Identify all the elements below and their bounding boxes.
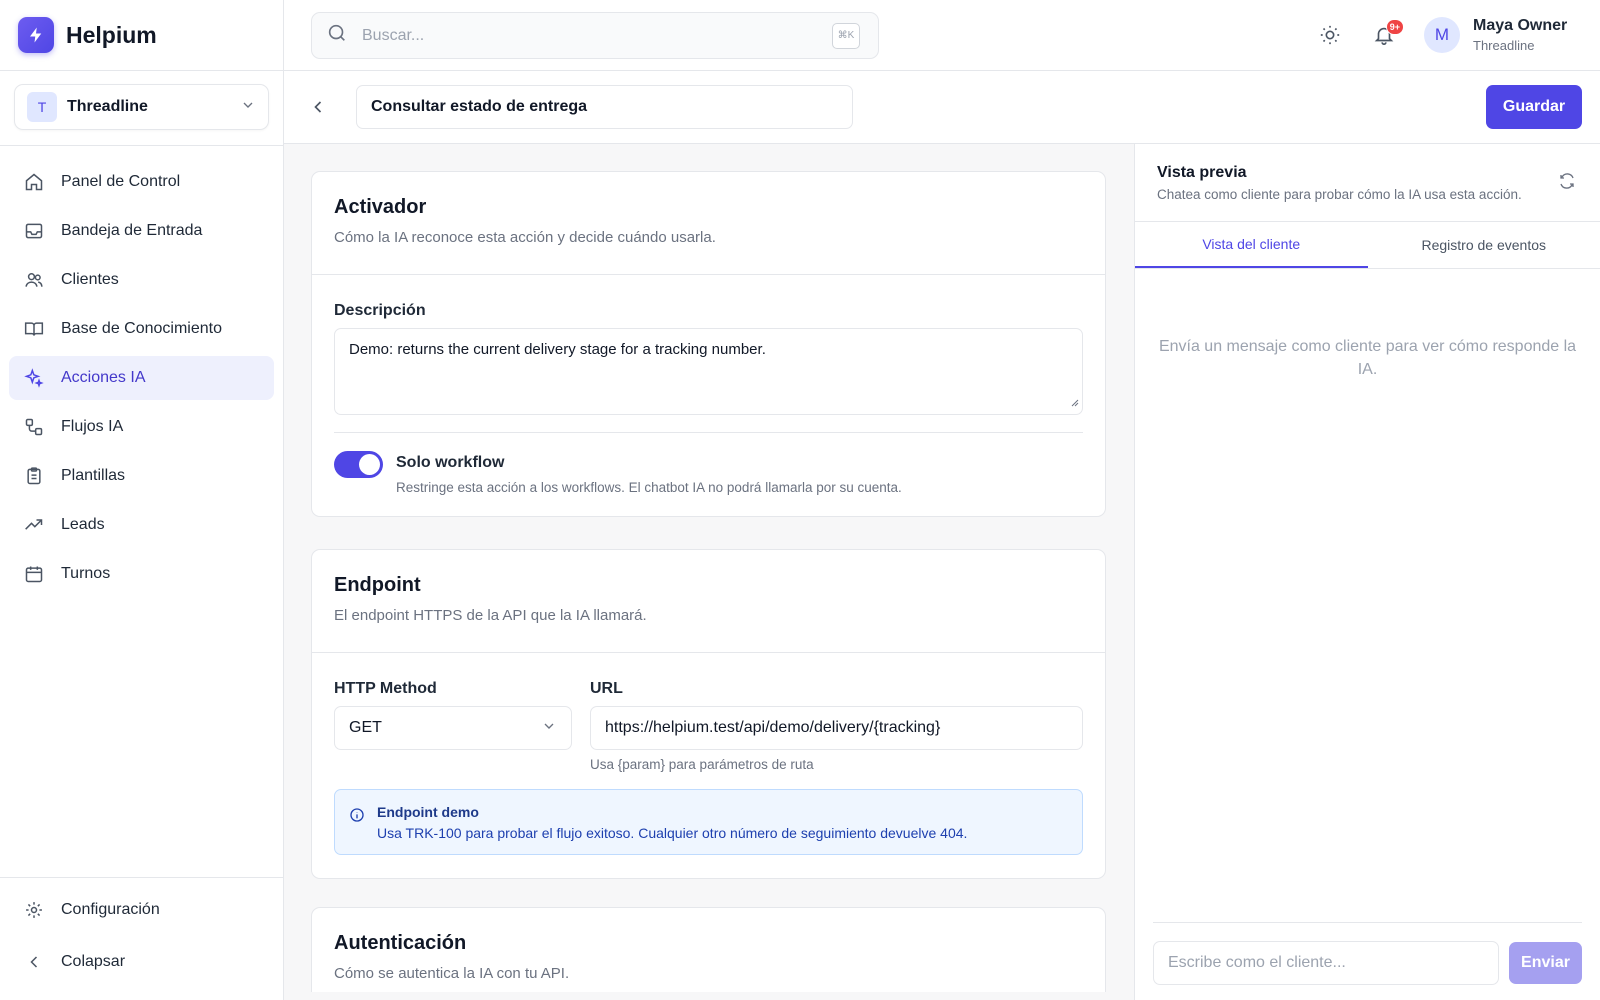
users-icon [23,269,45,291]
preview-subtitle: Chatea como cliente para probar cómo la … [1157,187,1522,202]
action-title-input[interactable]: Consultar estado de entrega [356,85,853,129]
workspace-avatar: T [27,92,57,122]
sidebar-item-acciones-ia[interactable]: Acciones IA [9,356,274,400]
book-icon [23,318,45,340]
send-button[interactable]: Enviar [1509,941,1582,984]
chevron-left-icon [314,101,322,113]
card-title: Autenticación [334,932,467,954]
search-shortcut: ⌘K [832,22,860,49]
alert-title: Endpoint demo [377,804,479,820]
info-icon [349,807,367,825]
card-subtitle: El endpoint HTTPS de la API que la IA ll… [334,607,647,624]
sidebar-item-label: Clientes [61,271,119,288]
sidebar-item-clientes[interactable]: Clientes [9,258,274,302]
card-title: Endpoint [334,574,421,596]
empty-state-message: Envía un mensaje como cliente para ver c… [1158,338,1577,378]
collapse-sidebar-button[interactable]: Colapsar [9,940,275,984]
sidebar-item-turnos[interactable]: Turnos [9,552,274,596]
sidebar-item-label: Leads [61,516,105,533]
top-bar: Buscar... ⌘K 9+ M Maya Owner Threadline [284,0,1600,71]
card-subtitle: Cómo se autentica la IA con tu API. [334,965,570,982]
toggle-description: Restringe esta acción a los workflows. E… [396,480,902,495]
description-label: Descripción [334,302,426,319]
http-method-value: GET [349,719,382,736]
editor-content: Activador Cómo la IA reconoce esta acció… [284,144,1134,992]
save-button[interactable]: Guardar [1486,85,1582,129]
sidebar-item-label: Colapsar [61,953,126,970]
clipboard-icon [23,465,45,487]
back-button[interactable] [306,95,330,119]
sidebar-item-label: Configuración [61,901,160,918]
avatar[interactable]: M [1424,17,1460,53]
trigger-card: Activador Cómo la IA reconoce esta acció… [311,171,1106,517]
alert-description: Usa TRK-100 para probar el flujo exitoso… [377,825,968,841]
resize-handle-icon[interactable] [1069,394,1079,411]
card-title: Activador [334,196,427,218]
search-icon [326,22,348,49]
brand: Helpium [0,0,283,71]
tab-registro-de-eventos[interactable]: Registro de eventos [1368,222,1600,268]
url-label: URL [590,680,623,697]
preview-title: Vista previa [1157,164,1247,181]
sidebar-item-flujos-ia[interactable]: Flujos IA [9,405,274,449]
theme-toggle-sun-icon[interactable] [1318,23,1342,47]
gear-icon [23,899,45,921]
main-nav: Panel de Control Bandeja de Entrada Clie… [0,146,283,596]
sidebar: Helpium T Threadline Panel de Control Ba… [0,0,284,1000]
trending-up-icon [23,514,45,536]
sidebar-item-base-de-conocimiento[interactable]: Base de Conocimiento [9,307,274,351]
description-value: Demo: returns the current delivery stage… [349,341,766,358]
home-icon [23,171,45,193]
sidebar-footer: Configuración Colapsar [0,877,284,1000]
workspace-switcher[interactable]: T Threadline [14,84,269,130]
url-hint: Usa {param} para parámetros de ruta [590,757,814,772]
search-input[interactable]: Buscar... ⌘K [311,12,879,59]
calendar-icon [23,563,45,585]
http-method-label: HTTP Method [334,680,437,697]
user-name: Maya Owner [1473,17,1568,34]
demo-endpoint-alert: Endpoint demo Usa TRK-100 para probar el… [334,789,1083,855]
sidebar-item-label: Plantillas [61,467,126,484]
workflow-icon [23,416,45,438]
toggle-title: Solo workflow [396,454,505,471]
workflow-only-toggle[interactable] [334,451,383,478]
app-name: Helpium [66,21,157,48]
refresh-icon[interactable] [1558,172,1578,192]
endpoint-card: Endpoint El endpoint HTTPS de la API que… [311,549,1106,879]
editor-header: Consultar estado de entrega Guardar [284,71,1600,144]
http-method-select[interactable]: GET [334,706,572,750]
chevron-down-icon [240,97,256,118]
sidebar-item-leads[interactable]: Leads [9,503,274,547]
notifications-bell-icon[interactable]: 9+ [1372,19,1404,47]
chevron-down-icon [541,718,557,739]
inbox-icon [23,220,45,242]
notifications-badge: 9+ [1385,19,1404,35]
bolt-logo-icon [18,17,54,53]
sidebar-item-label: Panel de Control [61,173,181,190]
user-org: Threadline [1473,38,1535,53]
auth-card: Autenticación Cómo se autentica la IA co… [311,907,1106,992]
sidebar-item-label: Turnos [61,565,111,582]
divider [334,432,1083,433]
chat-input[interactable]: Escribe como el cliente... [1153,940,1499,985]
sidebar-item-label: Bandeja de Entrada [61,222,203,239]
sidebar-item-configuracion[interactable]: Configuración [9,888,275,932]
sidebar-item-panel-de-control[interactable]: Panel de Control [9,160,274,204]
workspace-name: Threadline [67,98,148,115]
search-placeholder: Buscar... [362,26,425,44]
chevron-left-icon [23,951,45,973]
sidebar-item-plantillas[interactable]: Plantillas [9,454,274,498]
description-textarea[interactable]: Demo: returns the current delivery stage… [334,328,1083,415]
sidebar-item-label: Base de Conocimiento [61,320,222,337]
url-input[interactable]: https://helpium.test/api/demo/delivery/{… [590,706,1083,750]
card-subtitle: Cómo la IA reconoce esta acción y decide… [334,229,716,246]
preview-panel: Vista previa Chatea como cliente para pr… [1134,144,1600,1000]
sidebar-item-label: Acciones IA [61,369,146,386]
tab-vista-del-cliente[interactable]: Vista del cliente [1135,222,1368,268]
sparkles-icon [23,367,45,389]
sidebar-item-bandeja-de-entrada[interactable]: Bandeja de Entrada [9,209,274,253]
sidebar-item-label: Flujos IA [61,418,124,435]
preview-tabs: Vista del cliente Registro de eventos [1135,222,1600,269]
chat-composer: Escribe como el cliente... Enviar [1153,922,1582,1000]
